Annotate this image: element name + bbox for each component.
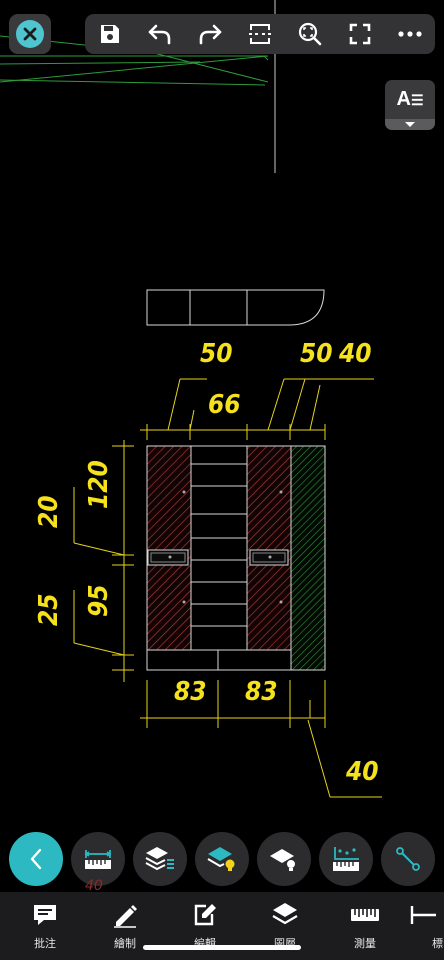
dim-text: 66 [208,390,241,420]
dim-text: 95 [84,584,114,617]
leader-lines [73,378,382,798]
fullscreen-button[interactable] [342,16,378,52]
layer-off-button[interactable] [257,832,311,886]
nav-draw[interactable]: 繪制 [90,902,160,951]
back-button[interactable] [9,832,63,886]
dim-text: 83 [245,677,278,707]
more-icon [398,31,422,37]
top-toolbar [85,14,435,54]
fullscreen-icon [349,23,371,45]
ruler-icon [351,909,379,921]
text-style-button[interactable]: A☰ [385,80,435,130]
line-segment-icon [396,847,420,871]
zoom-extents-icon [298,22,322,46]
edit-icon [194,904,216,926]
layers-icon [272,903,298,925]
top-plan-outline [146,289,325,326]
zoom-extents-button[interactable] [292,16,328,52]
undo-button[interactable] [142,16,178,52]
chevron-left-icon [30,848,42,870]
home-indicator [143,945,301,950]
undo-icon [148,24,171,45]
close-button[interactable] [9,14,51,54]
cad-drawing-canvas[interactable]: 50 50 40 66 83 83 40 20 120 25 95 [0,0,444,960]
chevron-down-icon [405,122,415,127]
nav-edit[interactable]: 編輯 [170,902,240,951]
text-style-label: A [396,88,411,110]
fit-width-icon [249,24,271,44]
nav-measure[interactable]: 測量 [330,902,400,951]
save-icon [101,25,119,43]
layers-list-icon [145,847,174,871]
text-style-icon: A☰ [396,88,424,110]
tools-row [0,832,444,888]
close-icon [16,20,44,48]
layers-button[interactable] [133,832,187,886]
ruler-axes-icon [333,847,359,871]
pencil-icon [114,905,137,928]
dim-text: 50 [200,339,233,369]
layer-visibility-button[interactable] [195,832,249,886]
dim-text: 120 [84,460,114,509]
nav-annotate[interactable]: 批注 [10,902,80,951]
layers-bulb-icon [207,847,235,871]
save-button[interactable] [92,16,128,52]
layer-bulb-icon [270,849,296,871]
nav-label: 測量 [354,937,376,950]
fit-width-button[interactable] [242,16,278,52]
nav-layers[interactable]: 圖層 [250,902,320,951]
dim-text: 40 [345,757,379,787]
ruler-distance-icon [84,850,112,869]
dimension-texts: 50 50 40 66 83 83 40 20 120 25 95 [34,339,379,787]
dimension-icon [410,906,436,924]
nav-label: 標 [432,937,443,950]
expand-tab[interactable] [385,119,435,130]
redo-button[interactable] [192,16,228,52]
more-button[interactable] [392,16,428,52]
nav-label: 批注 [34,937,56,950]
dim-text: 83 [174,677,207,707]
dim-text: 50 [300,339,333,369]
redo-icon [199,24,222,45]
measure-area-button[interactable] [319,832,373,886]
dim-text: 25 [34,593,64,626]
line-measure-button[interactable] [381,832,435,886]
dim-text: 40 [338,339,372,369]
comment-icon [34,905,56,925]
nav-mark[interactable]: 標 [410,902,444,951]
dim-text: 20 [34,495,64,528]
cabinet-elevation [146,445,326,671]
